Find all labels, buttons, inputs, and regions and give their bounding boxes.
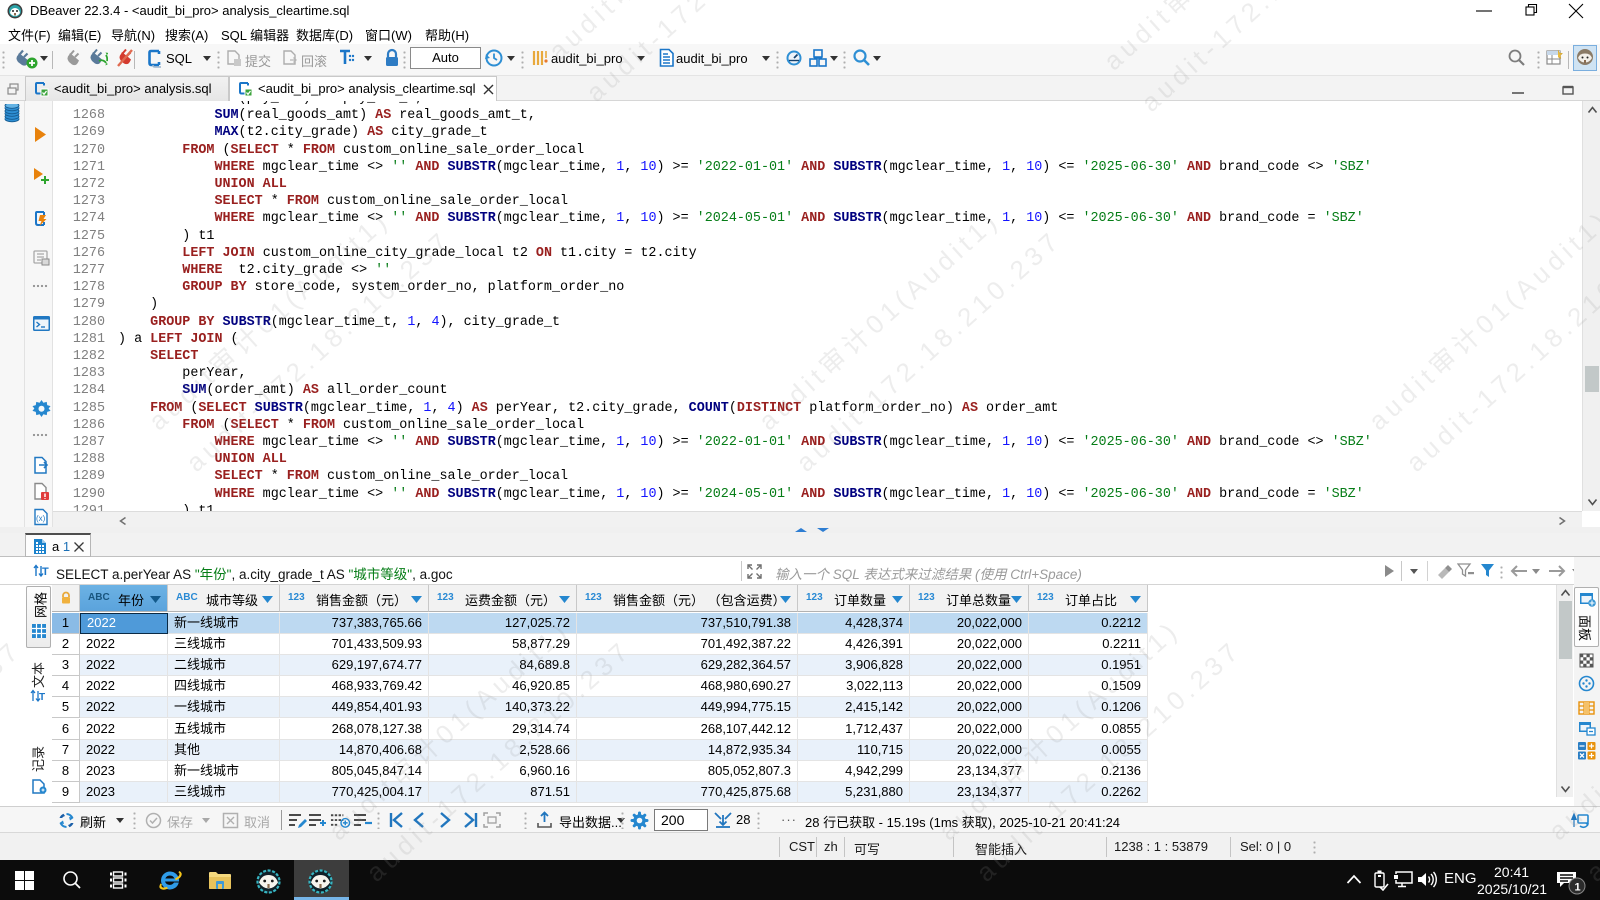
svg-text:1: 1 (1575, 882, 1581, 894)
svg-text:(x): (x) (36, 514, 46, 523)
svg-text:T: T (39, 692, 45, 703)
svg-text:T: T (42, 566, 49, 578)
